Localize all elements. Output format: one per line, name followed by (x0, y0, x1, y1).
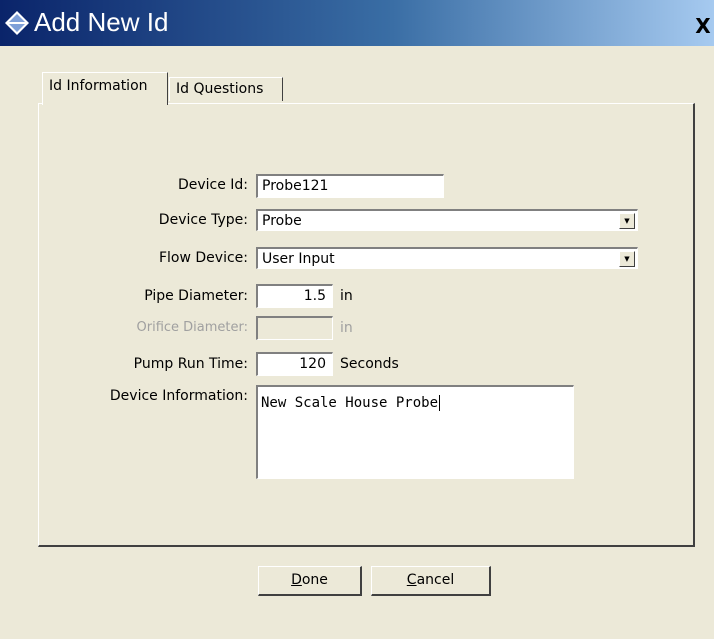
device-type-select[interactable]: Probe ▼ (256, 209, 638, 231)
flow-device-select[interactable]: User Input ▼ (256, 247, 638, 269)
done-button[interactable]: Done (258, 566, 362, 596)
flow-device-value: User Input (262, 251, 335, 267)
pipe-diameter-unit: in (340, 288, 353, 304)
device-id-label: Device Id: (177, 177, 248, 193)
pump-run-time-label: Pump Run Time: (133, 356, 248, 372)
cancel-button[interactable]: Cancel (371, 566, 491, 596)
done-label: one (301, 572, 328, 588)
cancel-label: ancel (416, 572, 455, 588)
device-information-label: Device Information: (109, 388, 248, 404)
flow-device-label: Flow Device: (158, 250, 248, 266)
done-mnemonic: D (291, 572, 302, 588)
pipe-diameter-label: Pipe Diameter: (144, 288, 248, 304)
device-type-label: Device Type: (158, 212, 248, 228)
title-bar[interactable]: Add New Id X (0, 0, 714, 46)
device-information-text: New Scale House Probe (261, 395, 439, 411)
orifice-diameter-unit: in (340, 320, 353, 336)
cancel-mnemonic: C (406, 572, 417, 588)
diamond-app-icon (5, 11, 29, 35)
close-button[interactable]: X (692, 14, 714, 38)
triangle-down-icon[interactable]: ▼ (619, 213, 635, 229)
device-information-textarea[interactable]: New Scale House Probe (256, 385, 574, 479)
device-type-value: Probe (262, 213, 302, 229)
pipe-diameter-field[interactable]: 1.5 (256, 284, 333, 308)
orifice-diameter-label: Orifice Diameter: (136, 320, 249, 335)
text-cursor (439, 395, 441, 411)
tab-id-information[interactable]: Id Information (42, 72, 168, 105)
window-title: Add New Id (34, 7, 169, 37)
tab-id-questions[interactable]: Id Questions (169, 77, 283, 101)
pump-run-time-field[interactable]: 120 (256, 352, 333, 376)
pump-run-time-unit: Seconds (340, 356, 399, 372)
device-id-field[interactable]: Probe121 (256, 174, 444, 198)
orifice-diameter-field (256, 316, 333, 340)
triangle-down-icon[interactable]: ▼ (619, 251, 635, 267)
